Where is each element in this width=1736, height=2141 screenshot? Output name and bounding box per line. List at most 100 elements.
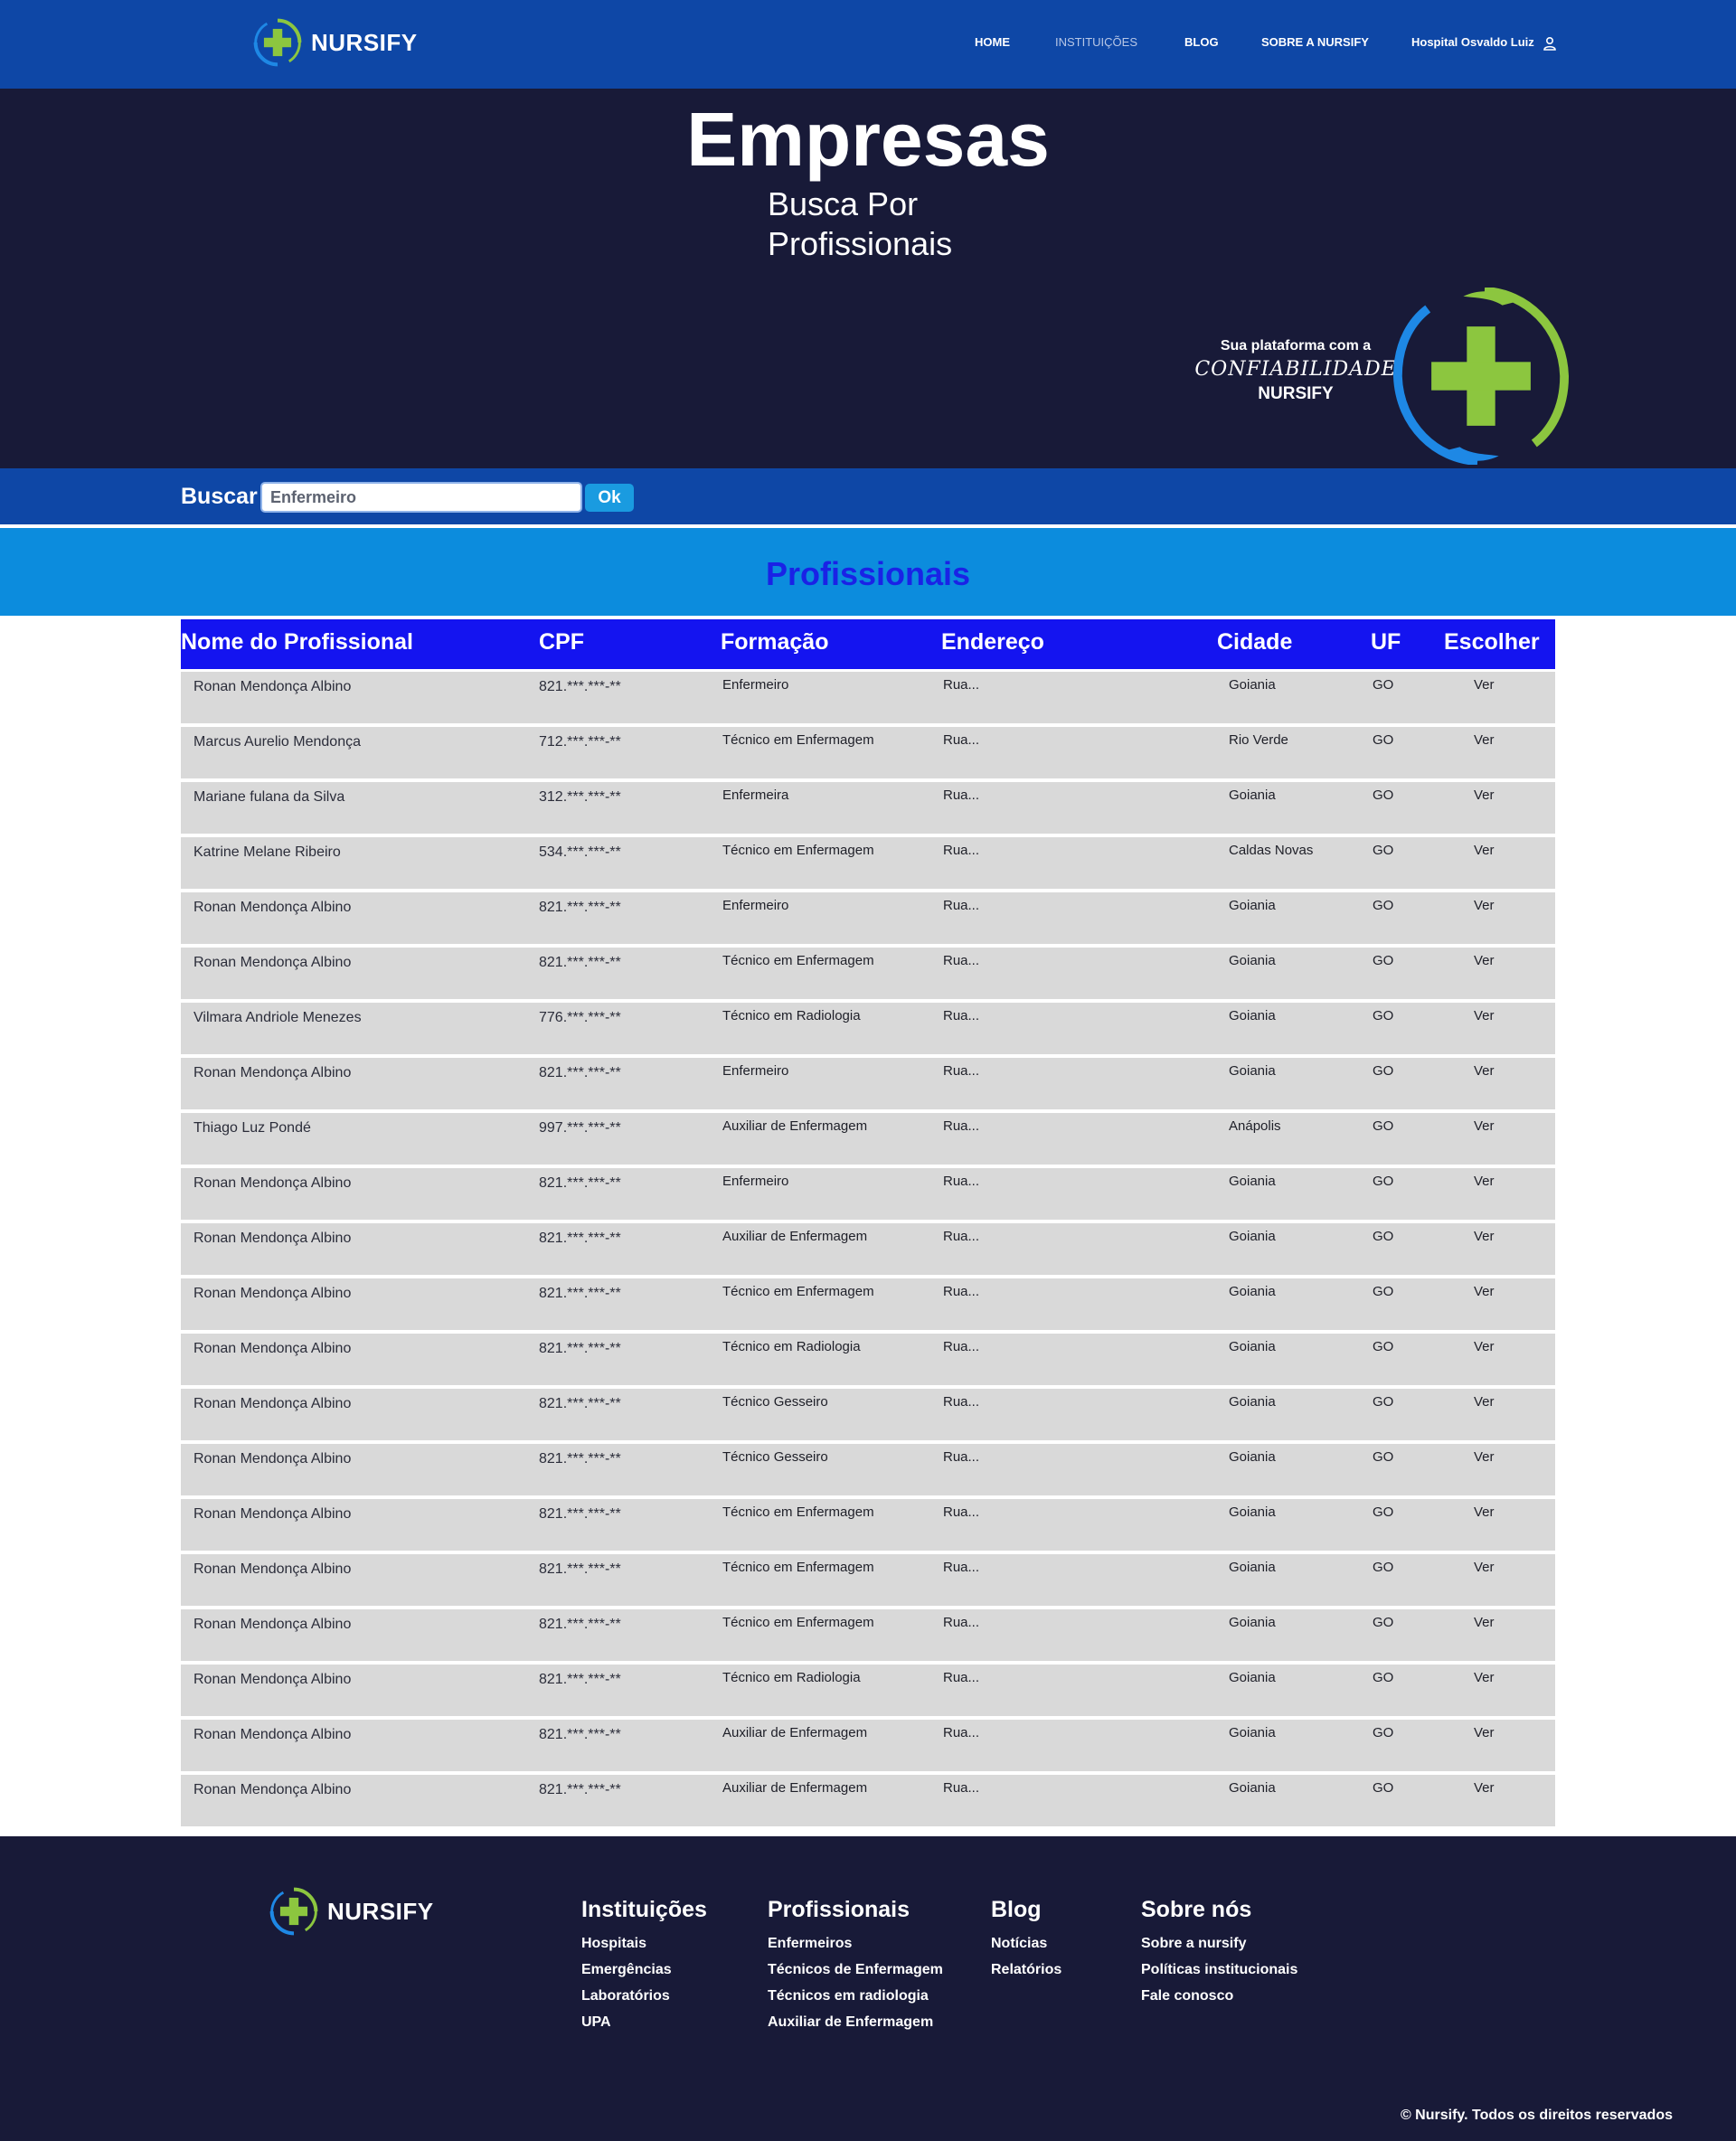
cell-nome: Ronan Mendonça Albino xyxy=(193,1065,352,1080)
ver-button[interactable]: Ver xyxy=(1474,788,1495,803)
ver-button[interactable]: Ver xyxy=(1474,1449,1495,1465)
nav-blog[interactable]: BLOG xyxy=(1184,35,1219,49)
footer-link[interactable]: Sobre a nursify xyxy=(1141,1930,1297,1957)
nav-instituicoes[interactable]: INSTITUIÇÕES xyxy=(1055,35,1137,49)
table-row: Ronan Mendonça Albino 821.***.***-** Técni… xyxy=(181,1499,1555,1551)
ver-button[interactable]: Ver xyxy=(1474,843,1495,858)
table-row: Ronan Mendonça Albino 821.***.***-** Técni… xyxy=(181,1278,1555,1330)
cell-nome: Ronan Mendonça Albino xyxy=(193,1727,352,1742)
nav-sobre[interactable]: SOBRE A NURSIFY xyxy=(1261,35,1369,49)
cell-cpf: 997.***.***-** xyxy=(539,1120,621,1136)
footer-column-title: Blog xyxy=(991,1897,1042,1922)
footer-column: Sobre nós Sobre a nursify Políticas instit… xyxy=(1141,1897,1297,2009)
col-header-nome: Nome do Profissional xyxy=(181,629,413,655)
cell-nome: Ronan Mendonça Albino xyxy=(193,955,352,970)
cell-cpf: 821.***.***-** xyxy=(539,900,621,915)
cell-cidade: Goiania xyxy=(1229,1339,1276,1354)
cell-formacao: Técnico em Enfermagem xyxy=(722,1284,874,1299)
cell-uf: GO xyxy=(1373,1504,1394,1520)
ver-button[interactable]: Ver xyxy=(1474,1008,1495,1023)
cell-formacao: Auxiliar de Enfermagem xyxy=(722,1780,868,1796)
ver-button[interactable]: Ver xyxy=(1474,1725,1495,1740)
ver-button[interactable]: Ver xyxy=(1474,953,1495,968)
cell-endereco: Rua... xyxy=(943,677,980,693)
cell-cidade: Goiania xyxy=(1229,1063,1276,1079)
tagline: Sua plataforma com a CONFIABILIDADE NURS… xyxy=(1192,338,1400,404)
cell-cidade: Goiania xyxy=(1229,898,1276,913)
footer-column-title: Instituições xyxy=(581,1897,707,1922)
cell-formacao: Técnico em Radiologia xyxy=(722,1670,861,1685)
footer-column: Instituições Hospitais Emergências Laborató… xyxy=(581,1897,707,2035)
cell-formacao: Técnico em Enfermagem xyxy=(722,1504,874,1520)
search-input[interactable] xyxy=(260,482,582,513)
cell-uf: GO xyxy=(1373,898,1394,913)
cell-cpf: 821.***.***-** xyxy=(539,1396,621,1411)
cell-formacao: Técnico em Enfermagem xyxy=(722,843,874,858)
ver-button[interactable]: Ver xyxy=(1474,1780,1495,1796)
ver-button[interactable]: Ver xyxy=(1474,1504,1495,1520)
cell-cidade: Goiania xyxy=(1229,677,1276,693)
footer-link[interactable]: Auxiliar de Enfermagem xyxy=(768,2009,943,2035)
cell-endereco: Rua... xyxy=(943,1118,980,1134)
cell-uf: GO xyxy=(1373,1560,1394,1575)
footer-link[interactable]: Técnicos em radiologia xyxy=(768,1983,943,2009)
footer-link[interactable]: Técnicos de Enfermagem xyxy=(768,1957,943,1983)
cell-cpf: 821.***.***-** xyxy=(539,1561,621,1577)
ver-button[interactable]: Ver xyxy=(1474,898,1495,913)
cell-nome: Ronan Mendonça Albino xyxy=(193,1341,352,1356)
footer-link[interactable]: Enfermeiros xyxy=(768,1930,943,1957)
footer-link[interactable]: Laboratórios xyxy=(581,1983,707,2009)
ver-button[interactable]: Ver xyxy=(1474,1118,1495,1134)
cell-cidade: Goiania xyxy=(1229,1229,1276,1244)
ver-button[interactable]: Ver xyxy=(1474,677,1495,693)
cell-nome: Ronan Mendonça Albino xyxy=(193,1506,352,1522)
nav-home[interactable]: HOME xyxy=(975,35,1010,49)
cell-cidade: Goiania xyxy=(1229,1560,1276,1575)
cell-uf: GO xyxy=(1373,1615,1394,1630)
footer-logo[interactable]: NURSIFY xyxy=(268,1885,434,1938)
cell-formacao: Enfermeiro xyxy=(722,1063,789,1079)
cell-nome: Ronan Mendonça Albino xyxy=(193,1175,352,1191)
ver-button[interactable]: Ver xyxy=(1474,1394,1495,1410)
cell-nome: Ronan Mendonça Albino xyxy=(193,1617,352,1632)
footer-link[interactable]: Políticas institucionais xyxy=(1141,1957,1297,1983)
ver-button[interactable]: Ver xyxy=(1474,1560,1495,1575)
cell-cpf: 821.***.***-** xyxy=(539,955,621,970)
cell-formacao: Técnico Gesseiro xyxy=(722,1394,828,1410)
footer-link[interactable]: Emergências xyxy=(581,1957,707,1983)
ver-button[interactable]: Ver xyxy=(1474,1174,1495,1189)
cell-cidade: Goiania xyxy=(1229,788,1276,803)
ver-button[interactable]: Ver xyxy=(1474,1339,1495,1354)
footer-link[interactable]: Notícias xyxy=(991,1930,1061,1957)
brand-name: NURSIFY xyxy=(311,28,418,56)
cell-endereco: Rua... xyxy=(943,1339,980,1354)
ver-button[interactable]: Ver xyxy=(1474,1063,1495,1079)
cell-endereco: Rua... xyxy=(943,1780,980,1796)
ver-button[interactable]: Ver xyxy=(1474,1229,1495,1244)
cell-endereco: Rua... xyxy=(943,843,980,858)
ver-button[interactable]: Ver xyxy=(1474,1284,1495,1299)
ver-button[interactable]: Ver xyxy=(1474,1670,1495,1685)
cell-uf: GO xyxy=(1373,1725,1394,1740)
medical-cross-hands-icon xyxy=(253,18,302,67)
cell-cpf: 776.***.***-** xyxy=(539,1010,621,1025)
search-ok-button[interactable]: Ok xyxy=(585,484,634,512)
cell-endereco: Rua... xyxy=(943,788,980,803)
footer-link[interactable]: UPA xyxy=(581,2009,707,2035)
cell-endereco: Rua... xyxy=(943,1063,980,1079)
footer-link[interactable]: Relatórios xyxy=(991,1957,1061,1983)
ver-button[interactable]: Ver xyxy=(1474,732,1495,748)
cell-nome: Ronan Mendonça Albino xyxy=(193,1451,352,1467)
section-header: Profissionais xyxy=(0,528,1736,616)
cell-endereco: Rua... xyxy=(943,1229,980,1244)
footer-link[interactable]: Fale conosco xyxy=(1141,1983,1297,2009)
nav-user-account[interactable]: Hospital Osvaldo Luiz xyxy=(1411,35,1557,51)
table-row: Ronan Mendonça Albino 821.***.***-** Técni… xyxy=(181,1665,1555,1716)
table-row: Ronan Mendonça Albino 821.***.***-** Técni… xyxy=(181,1444,1555,1495)
nursify-logo[interactable]: NURSIFY xyxy=(251,16,418,69)
ver-button[interactable]: Ver xyxy=(1474,1615,1495,1630)
cell-formacao: Técnico em Radiologia xyxy=(722,1339,861,1354)
cell-cidade: Goiania xyxy=(1229,1174,1276,1189)
footer-link[interactable]: Hospitais xyxy=(581,1930,707,1957)
table-row: Ronan Mendonça Albino 821.***.***-** Técni… xyxy=(181,1554,1555,1606)
